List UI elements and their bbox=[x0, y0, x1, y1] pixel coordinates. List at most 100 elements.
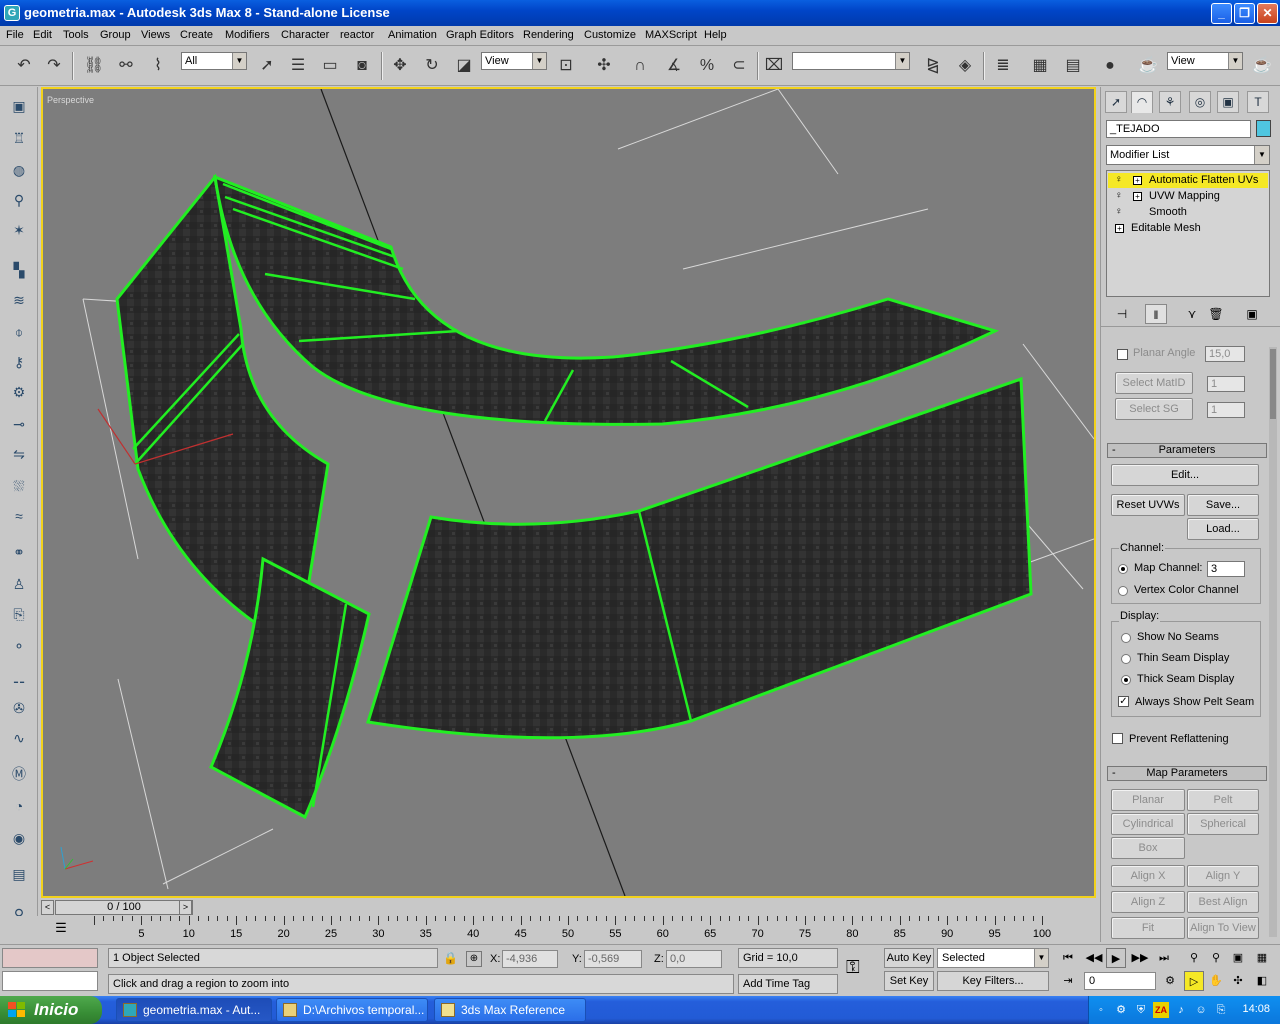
menu-group[interactable]: Group bbox=[100, 29, 131, 41]
configure-modifier-sets-icon[interactable]: ▣ bbox=[1241, 304, 1263, 324]
pan-icon[interactable]: ✋ bbox=[1206, 971, 1226, 991]
lightbulb-icon[interactable]: ♀ bbox=[1115, 190, 1125, 202]
property-editor-icon[interactable]: ▤ bbox=[8, 863, 30, 885]
volume-icon[interactable]: ♪ bbox=[1173, 1002, 1189, 1018]
map-channel-spinner[interactable]: 3 bbox=[1207, 561, 1245, 577]
time-configuration-icon[interactable]: ⚙ bbox=[1160, 971, 1180, 991]
menu-create[interactable]: Create bbox=[180, 29, 213, 41]
zoom-extents-icon[interactable]: ▣ bbox=[1228, 948, 1248, 968]
map-channel-radio[interactable] bbox=[1118, 564, 1128, 574]
start-button[interactable]: Inicio bbox=[0, 996, 102, 1024]
edit-named-selection-icon[interactable]: ⌧ bbox=[762, 54, 786, 78]
x-coord-field[interactable]: -4,936 bbox=[502, 950, 558, 968]
expand-tray-icon[interactable]: ◦ bbox=[1093, 1002, 1109, 1018]
messenger-icon[interactable]: ☺ bbox=[1193, 1002, 1209, 1018]
command-panel-scroll-thumb[interactable] bbox=[1270, 349, 1276, 419]
pelt-button[interactable]: Pelt bbox=[1187, 789, 1259, 811]
thin-seam-display-radio[interactable] bbox=[1121, 654, 1131, 664]
perspective-viewport[interactable]: Perspective bbox=[41, 87, 1096, 898]
undo-icon[interactable]: ↶ bbox=[12, 54, 36, 78]
planar-angle-checkbox[interactable] bbox=[1117, 349, 1128, 360]
arc-rotate-icon[interactable]: ✣ bbox=[1228, 971, 1248, 991]
y-coord-field[interactable]: -0,569 bbox=[584, 950, 642, 968]
select-by-name-icon[interactable]: ☰ bbox=[286, 54, 310, 78]
render-type-dropdown[interactable]: View ▼ bbox=[1167, 52, 1243, 70]
reference-coordinate-dropdown[interactable]: View ▼ bbox=[481, 52, 547, 70]
menu-reactor[interactable]: reactor bbox=[340, 29, 374, 41]
curve-editor-icon[interactable]: ▦ bbox=[1028, 54, 1052, 78]
select-and-manipulate-icon[interactable]: ✣ bbox=[592, 54, 616, 78]
align-icon[interactable]: ◈ bbox=[953, 54, 977, 78]
lightbulb-icon[interactable]: ♀ bbox=[1115, 174, 1125, 186]
hinge-icon[interactable]: ⎘ bbox=[8, 603, 30, 625]
key-mode-dropdown[interactable]: Selected ▼ bbox=[937, 948, 1049, 968]
motor-icon[interactable]: ⚷ bbox=[8, 351, 30, 373]
create-sphere-icon[interactable]: ◍ bbox=[8, 159, 30, 181]
command-panel-scrollbar[interactable] bbox=[1269, 347, 1277, 937]
menu-maxscript[interactable]: MAXScript bbox=[645, 29, 697, 41]
menu-edit[interactable]: Edit bbox=[33, 29, 52, 41]
auto-key-button[interactable]: Auto Key bbox=[884, 948, 934, 968]
lock-selection-icon[interactable]: 🔒 bbox=[443, 951, 458, 965]
rectangular-selection-icon[interactable]: ▭ bbox=[318, 54, 342, 78]
align-z-button[interactable]: Align Z bbox=[1111, 891, 1185, 913]
layer-manager-icon[interactable]: ≣ bbox=[991, 54, 1015, 78]
car-wheel-icon[interactable]: ✇ bbox=[8, 697, 30, 719]
angle-snap-icon[interactable]: ∡ bbox=[662, 54, 686, 78]
reactor-cloth-icon[interactable]: ♖ bbox=[8, 127, 30, 149]
close-button[interactable]: ✕ bbox=[1257, 3, 1278, 24]
menu-help[interactable]: Help bbox=[704, 29, 727, 41]
align-x-button[interactable]: Align X bbox=[1111, 865, 1185, 887]
curve-editor-mini-icon[interactable]: ☰ bbox=[50, 920, 72, 940]
viewport-scene[interactable] bbox=[43, 89, 1094, 896]
zoom-all-icon[interactable]: ⚲ bbox=[1206, 948, 1226, 968]
modifier-list-dropdown[interactable]: Modifier List ▼ bbox=[1106, 145, 1270, 165]
select-matid-button[interactable]: Select MatID bbox=[1115, 372, 1193, 394]
key-filters-button[interactable]: Key Filters... bbox=[937, 971, 1049, 991]
quick-render-icon[interactable]: ☕ bbox=[1250, 54, 1274, 78]
toy-car-icon[interactable]: ⊸ bbox=[8, 413, 30, 435]
spinner-snap-icon[interactable]: ⊂ bbox=[727, 54, 751, 78]
menu-graph-editors[interactable]: Graph Editors bbox=[446, 29, 514, 41]
align-y-button[interactable]: Align Y bbox=[1187, 865, 1259, 887]
select-object-icon[interactable]: ➚ bbox=[255, 54, 279, 78]
add-time-tag-button[interactable]: Add Time Tag bbox=[738, 974, 838, 994]
menu-character[interactable]: Character bbox=[281, 29, 329, 41]
fracture-icon[interactable]: ⇋ bbox=[8, 443, 30, 465]
usb-icon[interactable]: ⎘ bbox=[1213, 1002, 1229, 1018]
best-align-button[interactable]: Best Align bbox=[1187, 891, 1259, 913]
taskbar-item-explorer[interactable]: D:\Archivos temporal... bbox=[276, 998, 428, 1022]
render-scene-icon[interactable]: ☕ bbox=[1136, 54, 1160, 78]
align-to-view-button[interactable]: Align To View bbox=[1187, 917, 1259, 939]
window-crossing-icon[interactable]: ◙ bbox=[350, 54, 374, 78]
time-slider-next-icon[interactable]: > bbox=[179, 900, 192, 915]
cooperative-icon[interactable]: ∿ bbox=[8, 727, 30, 749]
rope-icon[interactable]: ≋ bbox=[8, 289, 30, 311]
current-frame-field[interactable]: 0 bbox=[1084, 972, 1156, 990]
named-selection-dropdown[interactable]: ▼ bbox=[792, 52, 910, 70]
tab-utilities-icon[interactable]: T bbox=[1247, 91, 1269, 113]
maxscript-listener-mini[interactable] bbox=[2, 948, 98, 968]
absolute-mode-icon[interactable]: ⊕ bbox=[466, 951, 482, 967]
load-button[interactable]: Load... bbox=[1187, 518, 1259, 540]
track-bar-ruler[interactable]: 5 10 15 20 25 30 35 40 45 50 55 60 65 70 75 80 85 90 95 100 bbox=[94, 916, 1054, 942]
antivirus-icon[interactable]: ZA bbox=[1153, 1002, 1169, 1018]
menu-modifiers[interactable]: Modifiers bbox=[225, 29, 270, 41]
fit-button[interactable]: Fit bbox=[1111, 917, 1185, 939]
menu-tools[interactable]: Tools bbox=[63, 29, 89, 41]
time-slider[interactable]: < 0 / 100 > bbox=[41, 899, 1096, 916]
menu-file[interactable]: File bbox=[6, 29, 24, 41]
previous-frame-icon[interactable]: ◀◀ bbox=[1084, 948, 1104, 968]
bind-to-space-warp-icon[interactable]: ⌇ bbox=[146, 54, 170, 78]
ragdoll-icon[interactable]: ♙ bbox=[8, 573, 30, 595]
select-and-link-icon[interactable]: ⛓ bbox=[82, 54, 106, 78]
play-icon[interactable]: ▶ bbox=[1106, 948, 1126, 968]
preview-animation-icon[interactable]: ◔ bbox=[8, 795, 30, 817]
tab-create-icon[interactable]: ➚ bbox=[1105, 91, 1127, 113]
dashpot-icon[interactable]: ⌽ bbox=[8, 321, 30, 343]
reset-uvws-button[interactable]: Reset UVWs bbox=[1111, 494, 1185, 516]
wind-icon[interactable]: ≈ bbox=[8, 505, 30, 527]
app-icon[interactable]: G bbox=[4, 5, 20, 21]
thick-seam-display-radio[interactable] bbox=[1121, 675, 1131, 685]
gear-icon[interactable]: ⚙ bbox=[8, 381, 30, 403]
